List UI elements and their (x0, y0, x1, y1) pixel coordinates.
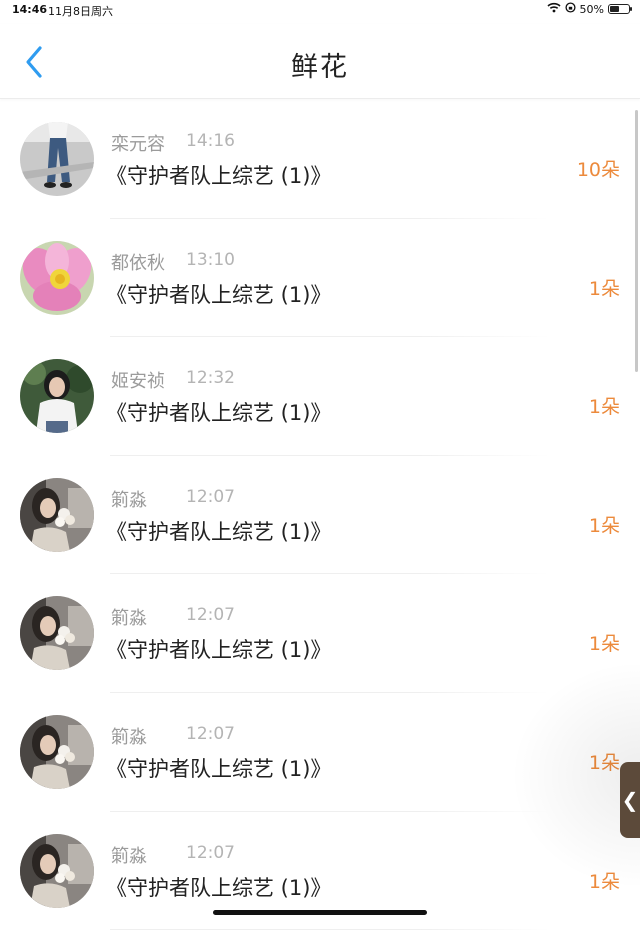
work-title: 《守护者队上综艺 (1)》 (106, 519, 332, 544)
sender-name: 箣淼 (111, 489, 147, 511)
chevron-left-icon: ❮ (621, 788, 639, 812)
scrollbar[interactable] (635, 110, 638, 372)
battery-percent: 50% (579, 2, 604, 16)
home-indicator[interactable] (213, 910, 427, 915)
orientation-lock-icon (564, 2, 576, 16)
list-item[interactable]: 箣淼 12:07 《守护者队上综艺 (1)》 1朵 (0, 456, 640, 575)
list-item[interactable]: 箣淼 12:07 《守护者队上综艺 (1)》 1朵 (0, 574, 640, 693)
status-bar: 14:46 11月8日周六 50% (0, 0, 640, 20)
avatar[interactable] (20, 596, 94, 671)
list-item[interactable]: 姬安祯 12:32 《守护者队上综艺 (1)》 1朵 (0, 337, 640, 456)
battery-fill (610, 6, 619, 12)
sender-name: 栾元容 (111, 134, 165, 155)
sent-time: 12:07 (186, 723, 235, 744)
sender-name: 姬安祯 (111, 371, 165, 393)
avatar[interactable] (20, 714, 94, 789)
avatar[interactable] (20, 122, 94, 196)
flower-count: 1朵 (588, 751, 620, 774)
sent-time: 12:07 (186, 842, 235, 863)
work-title: 《守护者队上综艺 (1)》 (106, 756, 332, 781)
sender-name: 箣淼 (111, 845, 147, 867)
sent-time: 13:10 (186, 249, 235, 270)
flower-count: 1朵 (588, 396, 620, 419)
list-item[interactable]: 栾元容 14:16 《守护者队上综艺 (1)》 10朵 (0, 100, 640, 219)
list-item[interactable]: 都依秋 13:10 《守护者队上综艺 (1)》 1朵 (0, 219, 640, 338)
flower-count: 10朵 (576, 159, 620, 181)
page-title: 鲜花 (291, 52, 349, 83)
flower-count: 1朵 (588, 870, 620, 893)
avatar[interactable] (20, 477, 94, 552)
battery-icon (608, 4, 632, 14)
sender-name: 箣淼 (111, 726, 147, 748)
work-title: 《守护者队上综艺 (1)》 (106, 282, 332, 307)
flower-list: 栾元容 14:16 《守护者队上综艺 (1)》 10朵 都依秋 13:10 《守护者队上综… (0, 100, 640, 930)
work-title: 《守护者队上综艺 (1)》 (106, 875, 332, 900)
avatar[interactable] (20, 833, 94, 908)
wifi-icon (547, 2, 561, 16)
flower-count: 1朵 (588, 514, 620, 537)
avatar[interactable] (20, 240, 94, 315)
work-title: 《守护者队上综艺 (1)》 (106, 164, 332, 188)
avatar[interactable] (20, 359, 94, 434)
work-title: 《守护者队上综艺 (1)》 (106, 638, 332, 663)
nav-bar: 鲜花 (0, 24, 640, 99)
side-tab-button[interactable]: ❮ (620, 762, 640, 838)
sender-name: 都依秋 (111, 252, 165, 274)
sent-time: 12:07 (186, 605, 235, 626)
sender-name: 箣淼 (111, 608, 147, 630)
status-time: 14:46 (12, 3, 48, 16)
status-date: 11月8日周六 (48, 5, 113, 18)
sent-time: 14:16 (186, 131, 235, 151)
work-title: 《守护者队上综艺 (1)》 (106, 401, 332, 426)
list-item[interactable]: 箣淼 12:07 《守护者队上综艺 (1)》 1朵 (0, 693, 640, 812)
flower-count: 1朵 (588, 277, 620, 300)
flower-count: 1朵 (588, 633, 620, 656)
status-indicators: 50% (547, 2, 632, 16)
sent-time: 12:32 (186, 368, 235, 389)
sent-time: 12:07 (186, 486, 235, 507)
